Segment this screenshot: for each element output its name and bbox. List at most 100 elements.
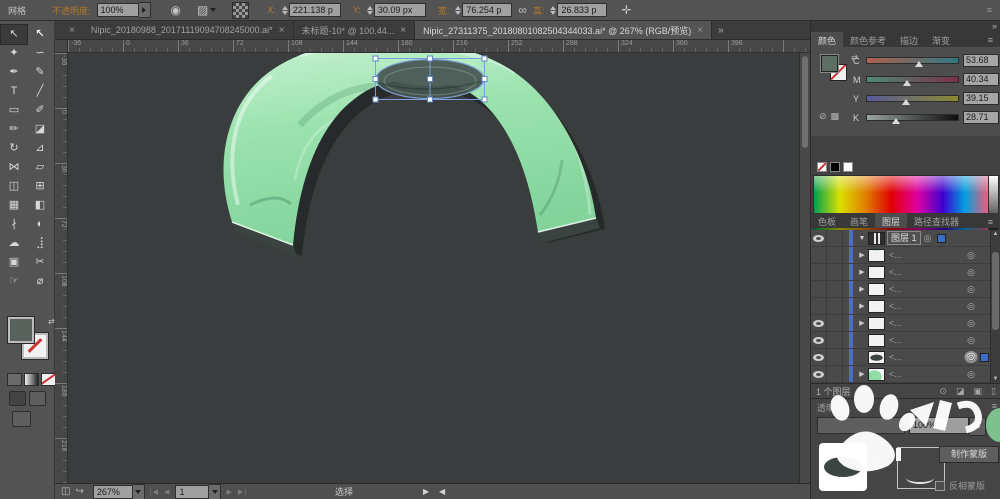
layer-row[interactable]: ▶ <... ◎ (811, 281, 1000, 298)
visibility-toggle[interactable] (811, 332, 827, 348)
lock-cell[interactable] (827, 281, 843, 297)
panel-tab[interactable]: 颜色参考 (843, 32, 893, 47)
expand-arrow-icon[interactable]: ▼ (856, 235, 868, 242)
free-transform-tool[interactable]: ▱ (27, 158, 53, 177)
expand-arrow-icon[interactable]: ▶ (856, 302, 868, 310)
control-bar-menu-icon[interactable]: ≡ (987, 5, 992, 15)
scroll-up-icon[interactable]: ▲ (992, 231, 999, 237)
ruler-corner[interactable] (55, 40, 68, 53)
layer-name[interactable]: <... (885, 318, 964, 328)
layer-name[interactable]: <... (885, 301, 964, 311)
panel-tab[interactable]: 色板 (811, 213, 843, 228)
target-icon[interactable]: ◎ (921, 233, 935, 244)
scroll-left-icon[interactable]: ◀ (439, 487, 445, 496)
layer-name[interactable]: <... (885, 250, 964, 260)
zoom-tool[interactable]: ⌀ (27, 272, 53, 291)
lock-cell[interactable] (827, 298, 843, 314)
paintbrush-tool[interactable]: ✐ (27, 101, 53, 120)
layer-thumbnail[interactable] (868, 351, 885, 364)
locate-object-icon[interactable]: ⊙ (939, 386, 947, 397)
gradient-tool[interactable]: ◧ (27, 196, 53, 215)
layer-row[interactable]: ▶ <... ◎ (811, 298, 1000, 315)
horizontal-ruler[interactable]: -3603672108144180216252288324360396 (68, 40, 810, 53)
channel-value-field[interactable]: 39.15 (963, 92, 999, 105)
symbol-sprayer-tool[interactable]: ☁ (1, 234, 27, 253)
canvas[interactable] (68, 53, 810, 483)
panel-tab[interactable]: 路径查找器 (907, 213, 966, 228)
line-tool[interactable]: ╱ (27, 82, 53, 101)
channel-slider[interactable] (866, 76, 959, 83)
x-stepper[interactable] (282, 6, 288, 15)
scroll-right-icon[interactable]: ▶ (423, 487, 429, 496)
visibility-toggle[interactable] (811, 264, 827, 280)
layers-scrollbar[interactable]: ▲ ▼ (990, 230, 1000, 383)
slider-thumb[interactable] (902, 99, 910, 105)
zoom-dropdown-button[interactable] (133, 484, 145, 499)
target-icon[interactable]: ◎ (964, 318, 978, 329)
zoom-level-field[interactable]: 267% (93, 485, 133, 499)
artboard-tool[interactable]: ▣ (1, 253, 27, 272)
slider-thumb[interactable] (903, 80, 911, 86)
width-stepper[interactable] (455, 6, 461, 15)
black-swatch[interactable] (830, 162, 840, 172)
pen-tool[interactable]: ✒ (1, 63, 27, 82)
width-field[interactable]: 76.254 p (462, 3, 512, 17)
width-tool[interactable]: ⋈ (1, 158, 27, 177)
shaper-tool[interactable]: ◪ (27, 120, 53, 139)
panel-tab[interactable]: 画笔 (843, 213, 875, 228)
make-mask-icon[interactable]: ◪ (956, 386, 965, 397)
graph-tool[interactable]: ⣸ (27, 234, 53, 253)
panel-tab[interactable]: 描边 (893, 32, 925, 47)
layer-row[interactable]: <... ◎ (811, 349, 1000, 366)
gradient-button[interactable] (24, 373, 39, 386)
y-stepper[interactable] (367, 6, 373, 15)
visibility-toggle[interactable] (811, 230, 827, 246)
layer-row[interactable]: ▶ <... ◎ (811, 315, 1000, 332)
target-icon[interactable]: ◎ (964, 369, 978, 380)
perspective-grid-tool[interactable]: ⊞ (27, 177, 53, 196)
tab-overflow-icon[interactable]: » (718, 25, 724, 36)
layers-panel-menu-icon[interactable]: ≡ (983, 215, 998, 227)
slice-tool[interactable]: ✂ (27, 253, 53, 272)
previous-artboard-icon[interactable]: ◀ (164, 488, 170, 496)
opacity-dropdown-button[interactable] (139, 2, 151, 18)
document-tab[interactable]: Nipic_27311375_20180801082504344033.ai* … (415, 21, 712, 39)
pattern-icon[interactable] (232, 2, 249, 19)
channel-slider[interactable] (866, 57, 959, 64)
magic-wand-tool[interactable]: ✦ (1, 44, 27, 63)
new-layer-icon[interactable]: ▣ (974, 386, 983, 397)
panel-tab[interactable]: 图层 (875, 213, 907, 228)
document-tab[interactable]: 未标题-10* @ 100.44... × (294, 21, 416, 39)
layer-name[interactable]: <... (885, 369, 964, 379)
transform-icon[interactable]: ✛ (621, 3, 631, 17)
layer-thumbnail[interactable] (868, 300, 885, 313)
lock-cell[interactable] (827, 264, 843, 280)
channel-slider[interactable] (866, 114, 959, 121)
layer-name[interactable]: 图层 1 (887, 231, 921, 245)
layer-row[interactable]: <... ◎ (811, 332, 1000, 349)
link-dimensions-icon[interactable]: ∞ (518, 3, 527, 17)
layer-name[interactable]: <... (885, 335, 964, 345)
rotate-tool[interactable]: ↻ (1, 139, 27, 158)
target-icon[interactable]: ◎ (964, 267, 978, 278)
make-mask-button[interactable]: 制作蒙版 (939, 446, 999, 463)
last-artboard-icon[interactable]: ▶| (238, 488, 247, 496)
layer-thumbnail[interactable] (868, 249, 885, 262)
x-field[interactable]: 221.138 p (289, 3, 341, 17)
color-panel-menu-icon[interactable]: ≡ (983, 33, 998, 45)
style-icon[interactable]: ◉ (171, 3, 181, 17)
selection-tool[interactable]: ↖ (1, 25, 27, 44)
document-tab[interactable]: Nipic_20180988_20171119094708245000.ai* … (83, 21, 294, 39)
curvature-tool[interactable]: ✎ (27, 63, 53, 82)
layer-thumbnail[interactable] (868, 334, 885, 347)
share-icon[interactable]: ↪ (75, 486, 83, 497)
lock-cell[interactable] (827, 366, 843, 382)
delete-layer-icon[interactable]: ▯ (991, 386, 996, 397)
layer-thumbnail[interactable] (868, 317, 885, 330)
artboard-number-field[interactable]: 1 (175, 485, 209, 499)
layers-scroll-thumb[interactable] (992, 252, 999, 330)
lock-cell[interactable] (827, 349, 843, 365)
lock-cell[interactable] (827, 332, 843, 348)
shape-builder-tool[interactable]: ◫ (1, 177, 27, 196)
target-icon[interactable]: ◎ (964, 301, 978, 312)
